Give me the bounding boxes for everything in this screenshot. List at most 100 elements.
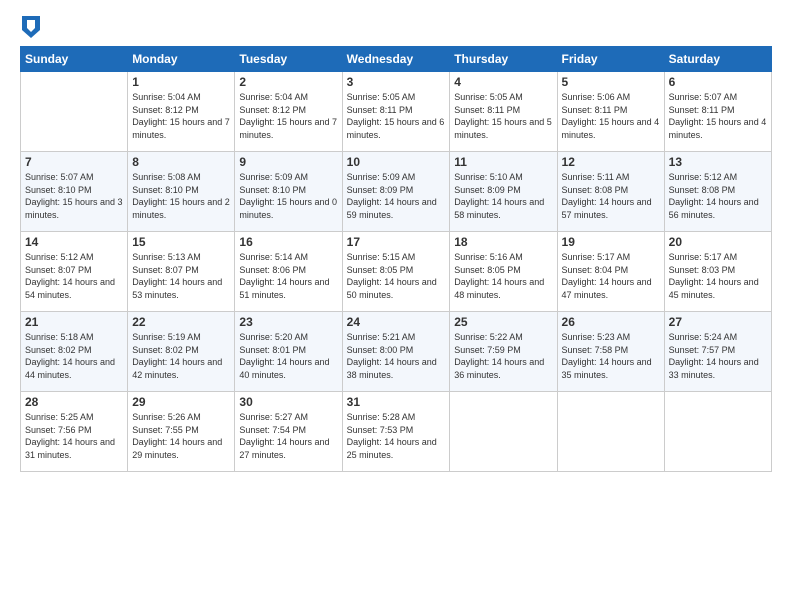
day-info: Sunrise: 5:23 AMSunset: 7:58 PMDaylight:… — [562, 331, 660, 381]
calendar: SundayMondayTuesdayWednesdayThursdayFrid… — [20, 46, 772, 472]
day-info: Sunrise: 5:10 AMSunset: 8:09 PMDaylight:… — [454, 171, 552, 221]
day-number: 10 — [347, 155, 446, 169]
week-row-4: 21 Sunrise: 5:18 AMSunset: 8:02 PMDayligh… — [21, 312, 772, 392]
day-info: Sunrise: 5:22 AMSunset: 7:59 PMDaylight:… — [454, 331, 552, 381]
day-cell: 16 Sunrise: 5:14 AMSunset: 8:06 PMDayligh… — [235, 232, 342, 312]
day-cell: 26Sunrise: 5:23 AMSunset: 7:58 PMDayligh… — [557, 312, 664, 392]
day-number: 5 — [562, 75, 660, 89]
day-cell: 5 Sunrise: 5:06 AMSunset: 8:11 PMDaylight… — [557, 72, 664, 152]
day-cell: 14 Sunrise: 5:12 AMSunset: 8:07 PMDayligh… — [21, 232, 128, 312]
day-info: Sunrise: 5:12 AMSunset: 8:08 PMDaylight:… — [669, 171, 767, 221]
day-info: Sunrise: 5:18 AMSunset: 8:02 PMDaylight:… — [25, 331, 123, 381]
day-info: Sunrise: 5:26 AMSunset: 7:55 PMDaylight:… — [132, 411, 230, 461]
day-cell: 15 Sunrise: 5:13 AMSunset: 8:07 PMDayligh… — [128, 232, 235, 312]
day-cell: 11 Sunrise: 5:10 AMSunset: 8:09 PMDayligh… — [450, 152, 557, 232]
day-info: Sunrise: 5:20 AMSunset: 8:01 PMDaylight:… — [239, 331, 337, 381]
week-row-5: 28 Sunrise: 5:25 AMSunset: 7:56 PMDayligh… — [21, 392, 772, 472]
logo-icon — [22, 16, 40, 38]
day-info: Sunrise: 5:07 AMSunset: 8:10 PMDaylight:… — [25, 171, 123, 221]
day-cell: 1 Sunrise: 5:04 AMSunset: 8:12 PMDaylight… — [128, 72, 235, 152]
day-number: 29 — [132, 395, 230, 409]
day-cell: 21 Sunrise: 5:18 AMSunset: 8:02 PMDayligh… — [21, 312, 128, 392]
day-number: 21 — [25, 315, 123, 329]
day-cell: 13 Sunrise: 5:12 AMSunset: 8:08 PMDayligh… — [664, 152, 771, 232]
weekday-saturday: Saturday — [664, 47, 771, 72]
day-cell: 31 Sunrise: 5:28 AMSunset: 7:53 PMDayligh… — [342, 392, 450, 472]
day-number: 8 — [132, 155, 230, 169]
day-number: 3 — [347, 75, 446, 89]
day-cell — [664, 392, 771, 472]
day-number: 20 — [669, 235, 767, 249]
day-number: 13 — [669, 155, 767, 169]
day-cell: 2Sunrise: 5:04 AMSunset: 8:12 PMDaylight… — [235, 72, 342, 152]
day-number: 14 — [25, 235, 123, 249]
day-number: 2 — [239, 75, 337, 89]
day-cell: 23 Sunrise: 5:20 AMSunset: 8:01 PMDayligh… — [235, 312, 342, 392]
header — [20, 18, 772, 40]
day-cell: 22 Sunrise: 5:19 AMSunset: 8:02 PMDayligh… — [128, 312, 235, 392]
day-info: Sunrise: 5:19 AMSunset: 8:02 PMDaylight:… — [132, 331, 230, 381]
day-cell: 18 Sunrise: 5:16 AMSunset: 8:05 PMDayligh… — [450, 232, 557, 312]
day-info: Sunrise: 5:24 AMSunset: 7:57 PMDaylight:… — [669, 331, 767, 381]
day-number: 30 — [239, 395, 337, 409]
weekday-monday: Monday — [128, 47, 235, 72]
day-number: 19 — [562, 235, 660, 249]
day-info: Sunrise: 5:28 AMSunset: 7:53 PMDaylight:… — [347, 411, 446, 461]
day-number: 24 — [347, 315, 446, 329]
weekday-tuesday: Tuesday — [235, 47, 342, 72]
day-info: Sunrise: 5:08 AMSunset: 8:10 PMDaylight:… — [132, 171, 230, 221]
day-info: Sunrise: 5:25 AMSunset: 7:56 PMDaylight:… — [25, 411, 123, 461]
day-cell: 9 Sunrise: 5:09 AMSunset: 8:10 PMDaylight… — [235, 152, 342, 232]
day-info: Sunrise: 5:13 AMSunset: 8:07 PMDaylight:… — [132, 251, 230, 301]
week-row-3: 14 Sunrise: 5:12 AMSunset: 8:07 PMDayligh… — [21, 232, 772, 312]
day-number: 28 — [25, 395, 123, 409]
weekday-sunday: Sunday — [21, 47, 128, 72]
day-info: Sunrise: 5:06 AMSunset: 8:11 PMDaylight:… — [562, 91, 660, 141]
day-cell: 25Sunrise: 5:22 AMSunset: 7:59 PMDayligh… — [450, 312, 557, 392]
day-number: 9 — [239, 155, 337, 169]
day-info: Sunrise: 5:05 AMSunset: 8:11 PMDaylight:… — [347, 91, 446, 141]
day-number: 23 — [239, 315, 337, 329]
day-number: 22 — [132, 315, 230, 329]
day-info: Sunrise: 5:07 AMSunset: 8:11 PMDaylight:… — [669, 91, 767, 141]
day-number: 4 — [454, 75, 552, 89]
weekday-friday: Friday — [557, 47, 664, 72]
day-number: 15 — [132, 235, 230, 249]
day-cell: 29 Sunrise: 5:26 AMSunset: 7:55 PMDayligh… — [128, 392, 235, 472]
day-cell: 30Sunrise: 5:27 AMSunset: 7:54 PMDayligh… — [235, 392, 342, 472]
weekday-header-row: SundayMondayTuesdayWednesdayThursdayFrid… — [21, 47, 772, 72]
day-info: Sunrise: 5:04 AMSunset: 8:12 PMDaylight:… — [132, 91, 230, 141]
day-cell: 3 Sunrise: 5:05 AMSunset: 8:11 PMDaylight… — [342, 72, 450, 152]
day-cell: 12 Sunrise: 5:11 AMSunset: 8:08 PMDayligh… — [557, 152, 664, 232]
day-number: 18 — [454, 235, 552, 249]
day-number: 12 — [562, 155, 660, 169]
weekday-thursday: Thursday — [450, 47, 557, 72]
day-cell: 6Sunrise: 5:07 AMSunset: 8:11 PMDaylight… — [664, 72, 771, 152]
day-cell: 28 Sunrise: 5:25 AMSunset: 7:56 PMDayligh… — [21, 392, 128, 472]
day-info: Sunrise: 5:11 AMSunset: 8:08 PMDaylight:… — [562, 171, 660, 221]
day-cell: 10Sunrise: 5:09 AMSunset: 8:09 PMDayligh… — [342, 152, 450, 232]
day-info: Sunrise: 5:14 AMSunset: 8:06 PMDaylight:… — [239, 251, 337, 301]
day-number: 7 — [25, 155, 123, 169]
week-row-1: 1 Sunrise: 5:04 AMSunset: 8:12 PMDaylight… — [21, 72, 772, 152]
day-cell: 7 Sunrise: 5:07 AMSunset: 8:10 PMDaylight… — [21, 152, 128, 232]
day-number: 17 — [347, 235, 446, 249]
day-number: 1 — [132, 75, 230, 89]
day-info: Sunrise: 5:15 AMSunset: 8:05 PMDaylight:… — [347, 251, 446, 301]
day-info: Sunrise: 5:21 AMSunset: 8:00 PMDaylight:… — [347, 331, 446, 381]
day-cell — [21, 72, 128, 152]
day-cell: 4 Sunrise: 5:05 AMSunset: 8:11 PMDaylight… — [450, 72, 557, 152]
day-info: Sunrise: 5:17 AMSunset: 8:04 PMDaylight:… — [562, 251, 660, 301]
day-cell: 20Sunrise: 5:17 AMSunset: 8:03 PMDayligh… — [664, 232, 771, 312]
page-container: SundayMondayTuesdayWednesdayThursdayFrid… — [0, 0, 792, 482]
day-number: 11 — [454, 155, 552, 169]
day-info: Sunrise: 5:05 AMSunset: 8:11 PMDaylight:… — [454, 91, 552, 141]
day-info: Sunrise: 5:16 AMSunset: 8:05 PMDaylight:… — [454, 251, 552, 301]
day-number: 31 — [347, 395, 446, 409]
day-cell: 17 Sunrise: 5:15 AMSunset: 8:05 PMDayligh… — [342, 232, 450, 312]
logo — [20, 18, 40, 40]
day-info: Sunrise: 5:09 AMSunset: 8:10 PMDaylight:… — [239, 171, 337, 221]
day-number: 27 — [669, 315, 767, 329]
day-info: Sunrise: 5:12 AMSunset: 8:07 PMDaylight:… — [25, 251, 123, 301]
day-number: 16 — [239, 235, 337, 249]
